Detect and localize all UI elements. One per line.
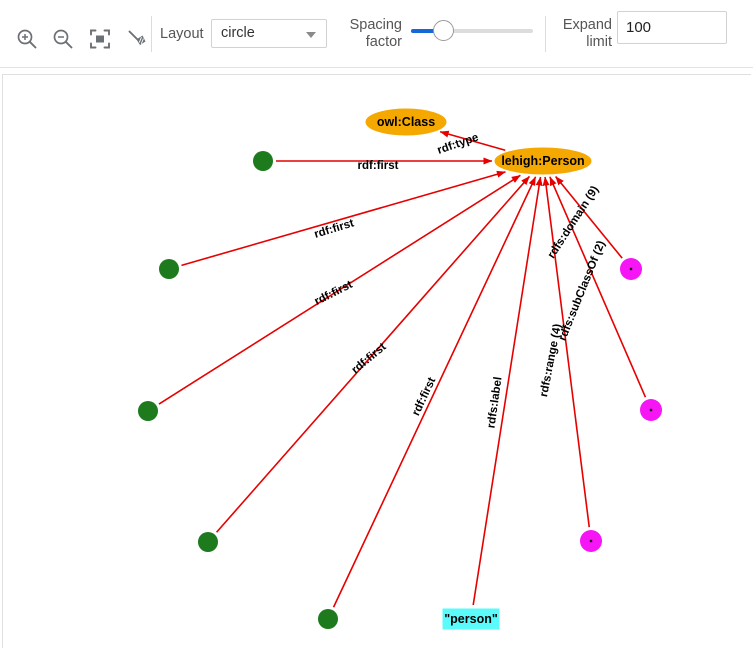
expand-label-line1: Expand [562, 17, 612, 33]
toolbar-divider-1 [151, 16, 152, 52]
chevron-down-icon [306, 32, 316, 38]
spacing-factor-slider[interactable] [411, 17, 533, 47]
graph-edge[interactable] [181, 170, 506, 267]
graph-node-blank[interactable] [138, 401, 158, 421]
graph-edge-label: rdf:type [436, 132, 480, 157]
graph-node-center-dot [629, 267, 633, 271]
graph-node-blank[interactable] [198, 532, 218, 552]
edges-layer [158, 130, 647, 608]
graph-edge-label: rdf:first [350, 341, 389, 377]
edge-labels-layer: rdf:type rdf:first rdf:first rdf:first rdf:f… [313, 132, 608, 430]
graph-edge[interactable] [332, 176, 537, 608]
zoom-out-icon[interactable] [50, 26, 76, 52]
graph-edge-label: rdf:first [358, 160, 399, 172]
graph-edge-label: rdf:first [410, 376, 438, 418]
graph-node-blank[interactable] [318, 609, 338, 629]
toolbar: Layout circle Spacing factor Expand limi… [0, 0, 753, 68]
spacing-factor-label: Spacing factor [334, 17, 402, 51]
expand-limit-input[interactable] [617, 11, 727, 44]
graph-node-center-dot [649, 408, 653, 412]
broom-clear-icon[interactable] [124, 26, 150, 52]
nodes-layer: owl:Class lehigh:Person "person" [138, 108, 662, 630]
spacing-label-line1: Spacing [349, 17, 402, 33]
expand-label-line2: limit [586, 34, 612, 50]
slider-thumb[interactable] [433, 20, 454, 41]
fit-to-screen-icon[interactable] [87, 26, 113, 52]
expand-limit-label: Expand limit [548, 17, 612, 51]
graph-node-blank[interactable] [159, 259, 179, 279]
graph-explorer-app: Layout circle Spacing factor Expand limi… [0, 0, 753, 650]
graph-edge-label: rdf:first [313, 279, 355, 308]
graph-edge[interactable] [472, 176, 543, 606]
toolbar-divider-2 [545, 16, 546, 52]
graph-edge[interactable] [549, 176, 647, 398]
layout-select-value: circle [221, 25, 255, 41]
graph-node-label: owl:Class [377, 115, 435, 129]
layout-label: Layout [160, 26, 204, 42]
graph-canvas[interactable]: owl:Class lehigh:Person "person" rdf:type r… [2, 74, 751, 648]
graph-svg[interactable]: owl:Classlehigh:Person"person" rdf:typer… [3, 75, 751, 648]
layout-select[interactable]: circle [211, 19, 327, 48]
graph-node-center-dot [589, 539, 593, 543]
spacing-label-line2: factor [365, 34, 402, 50]
graph-node-label: lehigh:Person [501, 154, 584, 168]
zoom-in-icon[interactable] [14, 26, 40, 52]
graph-node-blank[interactable] [253, 151, 273, 171]
graph-node-label: "person" [444, 612, 498, 626]
